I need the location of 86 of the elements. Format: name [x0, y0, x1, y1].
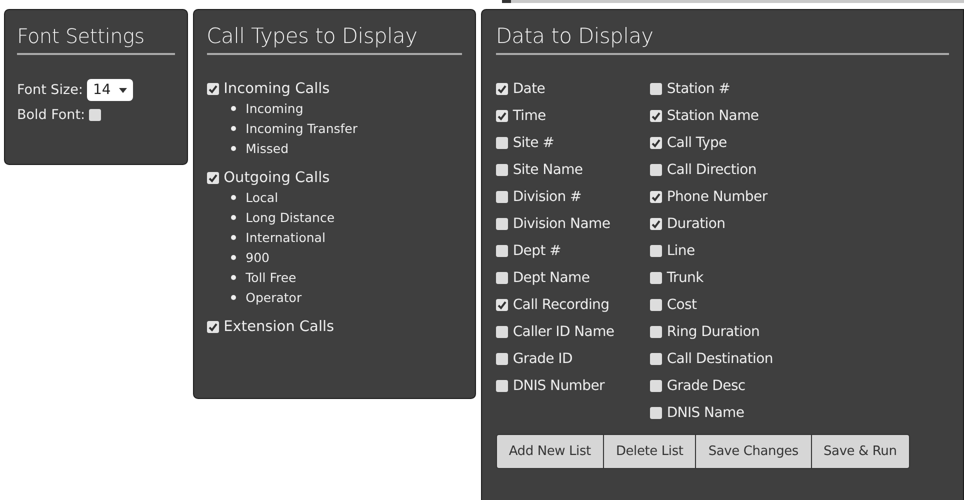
panel-title: Call Types to Display	[206, 24, 462, 55]
checkbox-label: Grade ID	[512, 351, 572, 367]
checkbox-label: Ring Duration	[666, 324, 760, 340]
checkbox-label: Caller ID Name	[512, 324, 614, 340]
checkbox[interactable]	[496, 245, 508, 257]
checkbox[interactable]	[650, 137, 662, 149]
bullet-icon	[230, 195, 236, 200]
checkbox-label: Site Name	[512, 162, 583, 178]
list-item: Toll Free	[246, 270, 296, 285]
action-button[interactable]: Add New List	[496, 434, 604, 469]
checkbox-label: Time	[512, 108, 546, 124]
checkbox[interactable]	[496, 380, 508, 392]
checkbox[interactable]	[496, 353, 508, 365]
bullet-icon	[230, 146, 236, 151]
checkbox-label: Trunk	[666, 270, 704, 286]
checkbox[interactable]	[496, 191, 508, 203]
checkbox[interactable]	[650, 218, 662, 230]
checkbox-label: Division #	[512, 189, 582, 205]
bullet-icon	[230, 126, 236, 131]
checkbox[interactable]	[496, 326, 508, 338]
checkbox-label: Call Type	[666, 135, 727, 151]
bullet-icon	[230, 275, 236, 280]
font-size-dropdown[interactable]: 14	[86, 79, 133, 101]
checkbox-label: Dept #	[512, 243, 561, 259]
bullet-icon	[230, 295, 236, 300]
checkbox[interactable]	[496, 110, 508, 122]
checkbox-label: Line	[666, 243, 695, 259]
list-item: Operator	[246, 290, 302, 305]
checkbox[interactable]	[496, 218, 508, 230]
checkbox-label: Call Destination	[666, 351, 773, 367]
list-item: Local	[246, 190, 278, 205]
caret-icon	[118, 88, 127, 92]
checkbox-label: Division Name	[512, 216, 610, 232]
list-item: Missed	[246, 141, 289, 156]
checkbox-label: Duration	[666, 216, 726, 232]
checkbox[interactable]	[496, 137, 508, 149]
field-label: Font Size:	[17, 82, 83, 98]
checkbox-label: Outgoing Calls	[224, 170, 330, 186]
bullet-icon	[230, 215, 236, 220]
checkbox-label: Cost	[666, 297, 697, 313]
checkbox-label: DNIS Number	[512, 378, 604, 394]
checkbox-label: Site #	[512, 135, 554, 151]
checkbox-label: Call Direction	[666, 162, 756, 178]
panel-title: Data to Display	[496, 24, 950, 55]
checkbox[interactable]	[89, 109, 102, 121]
checkbox-label: Phone Number	[666, 189, 768, 205]
field-label: Bold Font:	[17, 107, 86, 123]
checkbox-label: DNIS Name	[666, 405, 744, 421]
checkbox[interactable]	[650, 164, 662, 176]
checkbox[interactable]	[650, 407, 662, 419]
checkbox-label: Incoming Calls	[224, 81, 330, 97]
action-button[interactable]: Save Changes	[695, 434, 812, 469]
checkbox-label: Date	[512, 81, 546, 97]
list-item: Incoming	[246, 101, 304, 116]
list-item: International	[246, 230, 326, 245]
list-item: 900	[246, 250, 270, 265]
checkbox-label: Dept Name	[512, 270, 590, 286]
checkbox[interactable]	[496, 299, 508, 311]
checkbox[interactable]	[206, 321, 219, 333]
checkbox[interactable]	[496, 83, 508, 95]
checkbox[interactable]	[650, 380, 662, 392]
checkbox[interactable]	[206, 172, 219, 184]
action-button[interactable]: Delete List	[602, 434, 696, 469]
bullet-icon	[230, 235, 236, 240]
checkbox[interactable]	[650, 110, 662, 122]
checkbox-label: Extension Calls	[224, 319, 334, 335]
list-item: Long Distance	[246, 210, 335, 225]
checkbox[interactable]	[650, 299, 662, 311]
checkbox[interactable]	[650, 191, 662, 203]
checkbox-label: Call Recording	[512, 297, 610, 313]
checkbox-label: Station Name	[666, 108, 759, 124]
bullet-icon	[230, 106, 236, 111]
checkbox-label: Grade Desc	[666, 378, 746, 394]
checkbox[interactable]	[650, 326, 662, 338]
checkbox[interactable]	[650, 353, 662, 365]
checkbox[interactable]	[496, 272, 508, 284]
checkbox[interactable]	[496, 164, 508, 176]
list-item: Incoming Transfer	[246, 121, 358, 136]
checkbox-label: Station #	[666, 81, 730, 97]
checkbox[interactable]	[206, 83, 219, 95]
bullet-icon	[230, 255, 236, 260]
checkbox[interactable]	[650, 272, 662, 284]
checkbox[interactable]	[650, 83, 662, 95]
action-button[interactable]: Save & Run	[810, 434, 910, 469]
panel-title: Font Settings	[17, 24, 175, 55]
checkbox[interactable]	[650, 245, 662, 257]
